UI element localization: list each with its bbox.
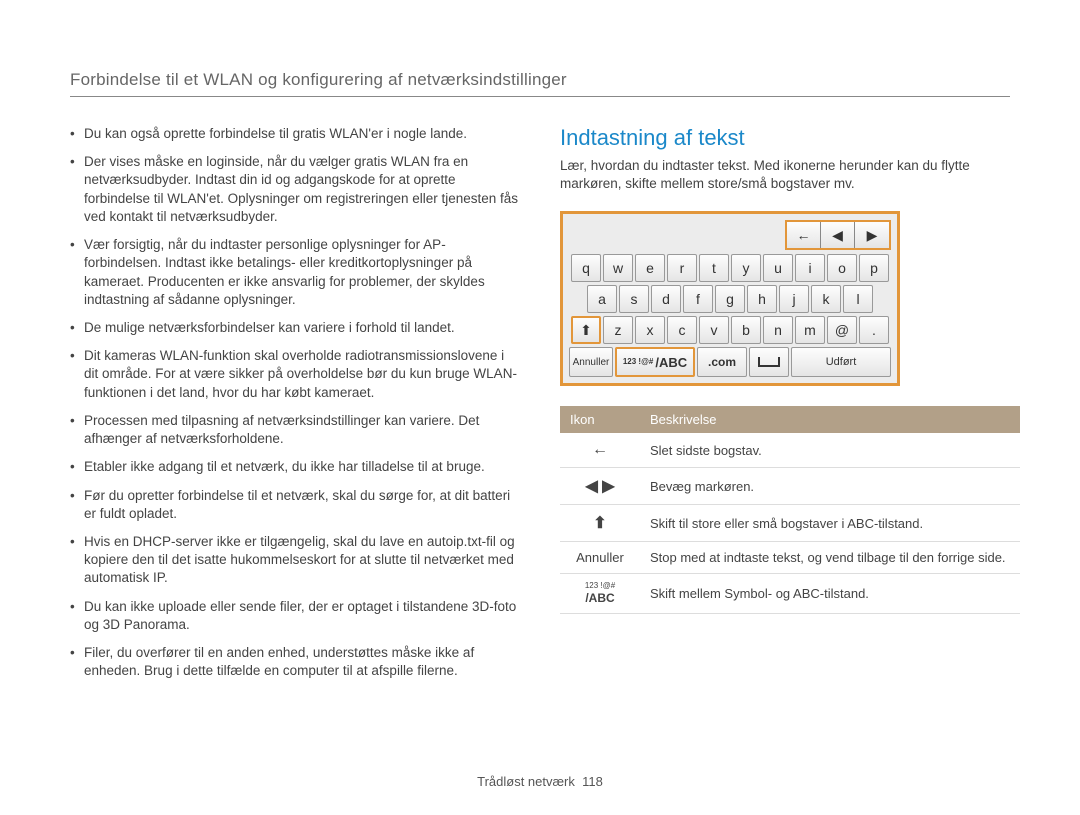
list-item: De mulige netværksforbindelser kan varie…: [70, 319, 520, 337]
bullet-list: Du kan også oprette forbindelse til grat…: [70, 125, 520, 680]
keyboard-row-2: a s d f g h j k l: [569, 285, 891, 313]
table-row: ◀ ▶ Bevæg markøren.: [560, 468, 1020, 505]
left-column: Du kan også oprette forbindelse til grat…: [70, 125, 520, 690]
page-number: 118: [582, 774, 603, 789]
letter-key[interactable]: q: [571, 254, 601, 282]
letter-key[interactable]: t: [699, 254, 729, 282]
breadcrumb: Forbindelse til et WLAN og konfigurering…: [70, 70, 1010, 90]
letter-key[interactable]: d: [651, 285, 681, 313]
table-row: 123 !@# /ABC Skift mellem Symbol- og ABC…: [560, 574, 1020, 614]
legend-desc: Slet sidste bogstav.: [640, 433, 1020, 468]
letter-key[interactable]: b: [731, 316, 761, 344]
letter-key[interactable]: f: [683, 285, 713, 313]
letter-key[interactable]: s: [619, 285, 649, 313]
list-item: Du kan ikke uploade eller sende filer, d…: [70, 598, 520, 634]
letter-key[interactable]: e: [635, 254, 665, 282]
letter-key[interactable]: a: [587, 285, 617, 313]
legend-desc: Skift mellem Symbol- og ABC-tilstand.: [640, 574, 1020, 614]
letter-key[interactable]: i: [795, 254, 825, 282]
legend-desc: Bevæg markøren.: [640, 468, 1020, 505]
letter-key[interactable]: m: [795, 316, 825, 344]
letter-key[interactable]: c: [667, 316, 697, 344]
done-key[interactable]: Udført: [791, 347, 891, 377]
legend-header-icon: Ikon: [560, 406, 640, 433]
nav-key-cluster: ← ◀ ▶: [785, 220, 891, 250]
list-item: Etabler ikke adgang til et netværk, du i…: [70, 458, 520, 476]
letter-key[interactable]: y: [731, 254, 761, 282]
keyboard-screenshot: ← ◀ ▶ q w e r t y u i o p a s d: [560, 211, 900, 386]
dotcom-key[interactable]: .com: [697, 347, 747, 377]
letter-key[interactable]: g: [715, 285, 745, 313]
letter-key[interactable]: h: [747, 285, 777, 313]
section-lead: Lær, hvordan du indtaster tekst. Med iko…: [560, 157, 1010, 193]
mode-sym-label: 123 !@#: [623, 358, 653, 366]
keyboard-row-1: q w e r t y u i o p: [569, 254, 891, 282]
shift-key[interactable]: ⬆: [571, 316, 601, 344]
letter-key[interactable]: x: [635, 316, 665, 344]
backspace-icon: ←: [560, 433, 640, 468]
legend-desc: Skift til store eller små bogstaver i AB…: [640, 505, 1020, 542]
right-column: Indtastning af tekst Lær, hvordan du ind…: [560, 125, 1010, 690]
mode-sym-text: 123 !@#: [570, 582, 630, 590]
cursor-left-key[interactable]: ◀: [821, 222, 855, 248]
letter-key[interactable]: v: [699, 316, 729, 344]
space-key[interactable]: [749, 347, 789, 377]
cursor-move-icon: ◀ ▶: [560, 468, 640, 505]
table-row: ⬆ Skift til store eller små bogstaver i …: [560, 505, 1020, 542]
letter-key[interactable]: @: [827, 316, 857, 344]
shift-icon: ⬆: [560, 505, 640, 542]
header-rule: [70, 96, 1010, 97]
list-item: Du kan også oprette forbindelse til grat…: [70, 125, 520, 143]
legend-header-desc: Beskrivelse: [640, 406, 1020, 433]
backspace-key[interactable]: ←: [787, 222, 821, 248]
table-row: Annuller Stop med at indtaste tekst, og …: [560, 542, 1020, 574]
letter-key[interactable]: u: [763, 254, 793, 282]
legend-desc: Stop med at indtaste tekst, og vend tilb…: [640, 542, 1020, 574]
section-heading: Indtastning af tekst: [560, 125, 1010, 151]
mode-switch-key[interactable]: 123 !@# /ABC: [615, 347, 695, 377]
list-item: Dit kameras WLAN-funktion skal overholde…: [70, 347, 520, 402]
cursor-right-key[interactable]: ▶: [855, 222, 889, 248]
letter-key[interactable]: w: [603, 254, 633, 282]
letter-key[interactable]: r: [667, 254, 697, 282]
mode-switch-icon: 123 !@# /ABC: [560, 574, 640, 614]
mode-abc-text: /ABC: [585, 591, 614, 605]
list-item: Filer, du overfører til en anden enhed, …: [70, 644, 520, 680]
list-item: Processen med tilpasning af netværksinds…: [70, 412, 520, 448]
mode-abc-label: /ABC: [655, 355, 687, 370]
cancel-label-icon: Annuller: [560, 542, 640, 574]
letter-key[interactable]: .: [859, 316, 889, 344]
list-item: Før du opretter forbindelse til et netvæ…: [70, 487, 520, 523]
letter-key[interactable]: p: [859, 254, 889, 282]
letter-key[interactable]: j: [779, 285, 809, 313]
keyboard-row-3: ⬆ z x c v b n m @ .: [569, 316, 891, 344]
letter-key[interactable]: z: [603, 316, 633, 344]
list-item: Der vises måske en loginside, når du væl…: [70, 153, 520, 226]
icon-legend-table: Ikon Beskrivelse ← Slet sidste bogstav. …: [560, 406, 1020, 614]
list-item: Hvis en DHCP-server ikke er tilgængelig,…: [70, 533, 520, 588]
footer-label: Trådløst netværk: [477, 774, 575, 789]
letter-key[interactable]: l: [843, 285, 873, 313]
list-item: Vær forsigtig, når du indtaster personli…: [70, 236, 520, 309]
cancel-key[interactable]: Annuller: [569, 347, 613, 377]
letter-key[interactable]: n: [763, 316, 793, 344]
keyboard-bottom-row: Annuller 123 !@# /ABC .com Udført: [569, 347, 891, 377]
page-footer: Trådløst netværk 118: [0, 774, 1080, 789]
letter-key[interactable]: o: [827, 254, 857, 282]
table-row: ← Slet sidste bogstav.: [560, 433, 1020, 468]
letter-key[interactable]: k: [811, 285, 841, 313]
